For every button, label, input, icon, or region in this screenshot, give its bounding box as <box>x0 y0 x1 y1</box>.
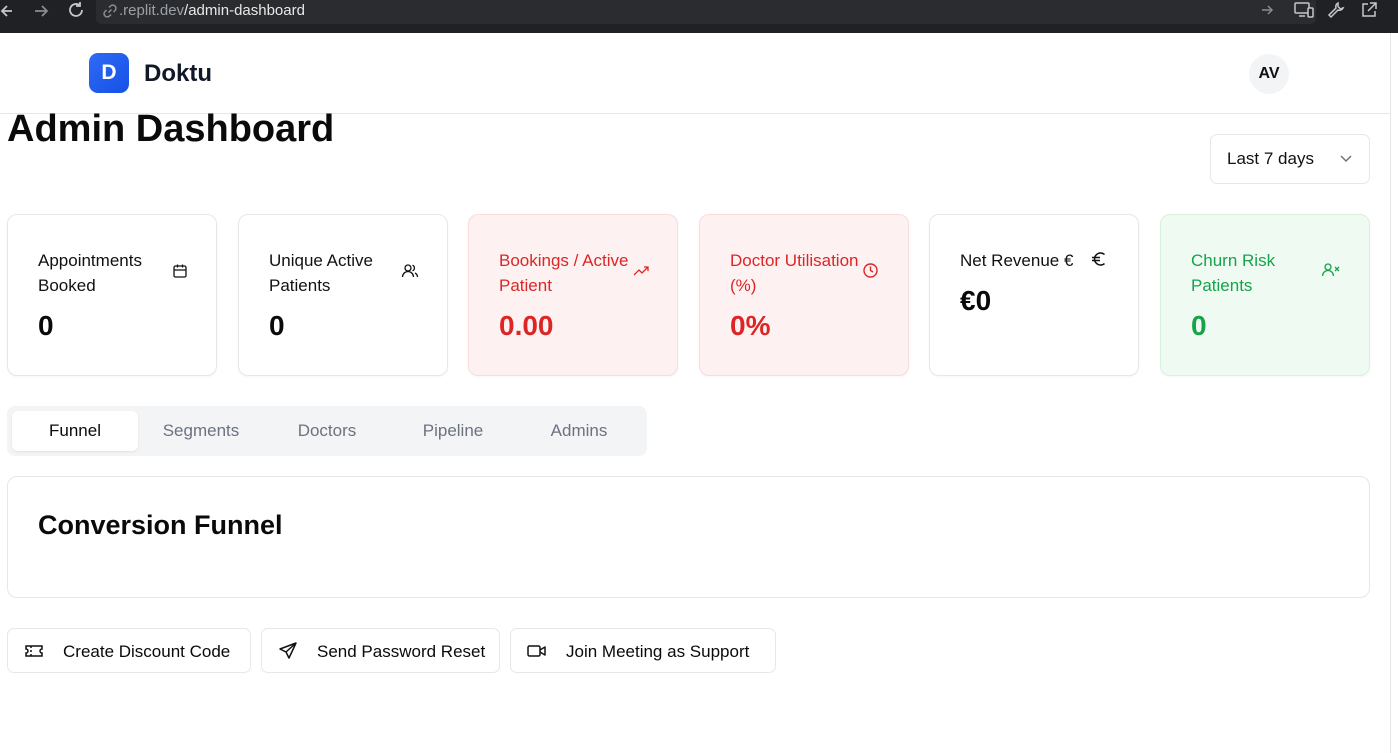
ticket-icon <box>25 645 43 657</box>
trending-up-icon <box>633 266 649 276</box>
action-label: Send Password Reset <box>317 642 486 661</box>
brand-name[interactable]: Doktu <box>144 61 212 87</box>
create-discount-code-button[interactable]: Create Discount Code <box>7 628 251 673</box>
brand-logo[interactable]: D <box>89 53 129 93</box>
panel-title: Conversion Funnel <box>38 510 283 540</box>
devices-icon[interactable] <box>1294 1 1314 19</box>
users-icon <box>401 264 419 278</box>
link-icon <box>103 4 117 18</box>
url-host: .replit.dev <box>119 2 185 19</box>
dashboard-tabs: Funnel Segments Doctors Pipeline Admins <box>7 406 647 456</box>
kpi-label: Doctor Utilisation (%) <box>730 251 859 295</box>
kpi-label: Unique Active Patients <box>269 251 373 295</box>
date-range-value: Last 7 days <box>1227 149 1314 168</box>
tab-segments[interactable]: Segments <box>138 411 264 451</box>
kpi-value: 0.00 <box>499 310 554 341</box>
wrench-icon[interactable] <box>1327 1 1345 19</box>
action-label: Join Meeting as Support <box>566 642 750 661</box>
calendar-icon <box>173 264 187 278</box>
tab-pipeline[interactable]: Pipeline <box>390 411 516 451</box>
kpi-value: €0 <box>960 285 992 316</box>
browser-toolbar: .replit.dev/admin-dashboard <box>0 0 1398 33</box>
scrollbar[interactable] <box>1390 33 1398 753</box>
video-icon <box>527 645 546 657</box>
tab-doctors[interactable]: Doctors <box>264 411 390 451</box>
send-password-reset-button[interactable]: Send Password Reset <box>261 628 500 673</box>
clock-icon <box>863 263 878 278</box>
kpi-value: 0% <box>730 310 771 341</box>
user-x-icon <box>1321 263 1340 277</box>
kpi-value: 0 <box>269 310 285 341</box>
euro-icon <box>1092 252 1105 266</box>
kpi-card-net-revenue: Net Revenue € €0 <box>929 214 1139 376</box>
join-meeting-support-button[interactable]: Join Meeting as Support <box>510 628 776 673</box>
kpi-card-doctor-utilisation: Doctor Utilisation (%) 0% <box>699 214 909 376</box>
user-avatar[interactable]: AV <box>1249 54 1289 94</box>
reload-icon[interactable] <box>67 1 85 19</box>
kpi-card-active-patients: Unique Active Patients 0 <box>238 214 448 376</box>
kpi-label: Net Revenue € <box>960 251 1074 270</box>
date-range-select[interactable]: Last 7 days <box>1210 134 1370 184</box>
forward-arrow-icon[interactable] <box>33 3 49 19</box>
back-arrow-icon[interactable] <box>0 3 14 19</box>
app-root: D Doktu AV Admin Dashboard Last 7 days A… <box>0 33 1390 753</box>
action-label: Create Discount Code <box>63 642 231 661</box>
send-icon <box>279 642 297 659</box>
conversion-funnel-panel: Conversion Funnel <box>7 476 1370 598</box>
kpi-value: 0 <box>38 310 54 341</box>
go-arrow-icon[interactable] <box>1260 3 1274 17</box>
kpi-value: 0 <box>1191 310 1207 341</box>
url-path: /admin-dashboard <box>184 2 305 19</box>
url-text: .replit.dev/admin-dashboard <box>119 1 305 21</box>
kpi-label: Appointments Booked <box>38 251 142 295</box>
kpi-card-churn-risk: Churn Risk Patients 0 <box>1160 214 1370 376</box>
kpi-label: Bookings / Active Patient <box>499 251 629 295</box>
kpi-label: Churn Risk Patients <box>1191 251 1276 295</box>
kpi-card-bookings-per-patient: Bookings / Active Patient 0.00 <box>468 214 678 376</box>
kpi-card-appointments: Appointments Booked 0 <box>7 214 217 376</box>
top-header: D Doktu AV <box>0 33 1390 114</box>
open-external-icon[interactable] <box>1360 1 1378 19</box>
page-title: Admin Dashboard <box>7 108 335 150</box>
tab-admins[interactable]: Admins <box>516 411 642 451</box>
tab-funnel[interactable]: Funnel <box>12 411 138 451</box>
chevron-down-icon <box>1340 155 1352 163</box>
